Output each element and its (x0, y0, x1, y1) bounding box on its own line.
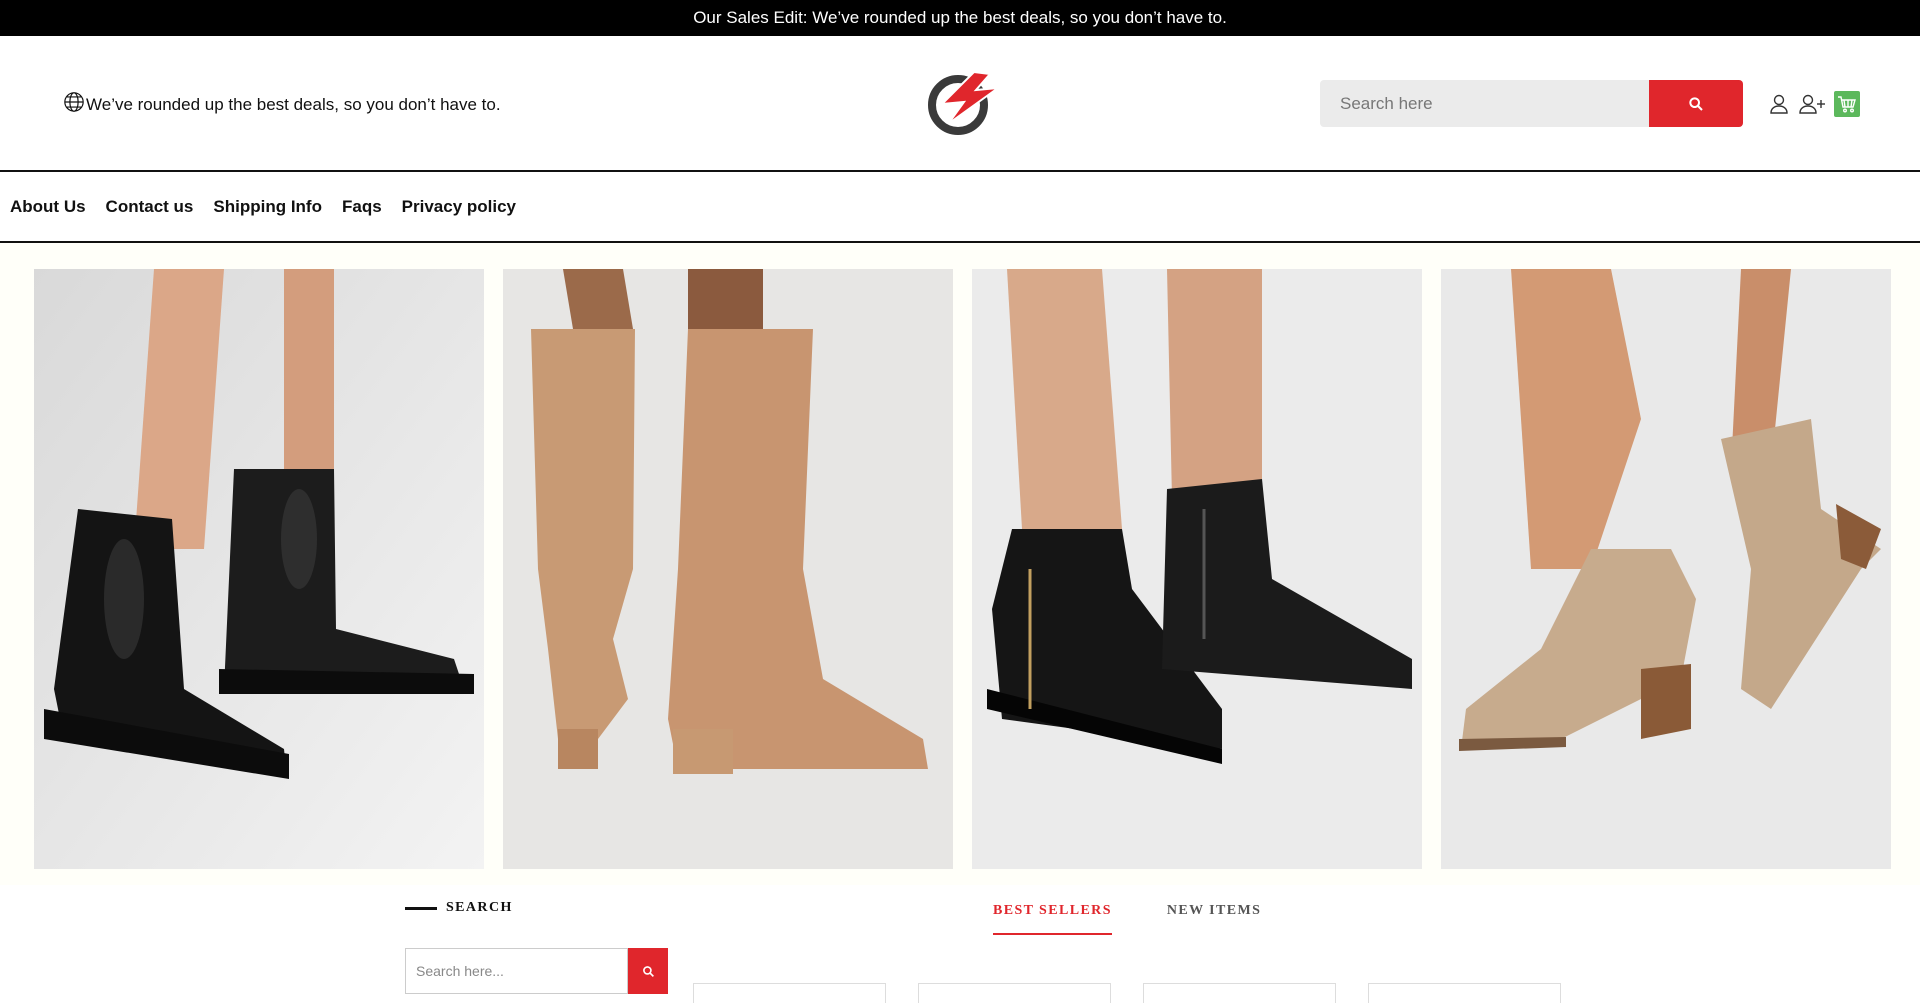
title-bar-decoration (405, 906, 437, 910)
nav-shipping-info[interactable]: Shipping Info (213, 197, 322, 217)
product-tabs: BEST SELLERS NEW ITEMS (993, 903, 1261, 935)
sidebar-search-label: SEARCH (446, 900, 513, 915)
site-logo[interactable] (918, 68, 1002, 136)
product-card[interactable] (1143, 983, 1336, 1003)
sidebar-search-button[interactable] (628, 948, 668, 994)
tab-best-sellers[interactable]: BEST SELLERS (993, 903, 1112, 935)
banner-image-black-chelsea-boots[interactable] (34, 269, 484, 869)
search-icon (642, 965, 654, 977)
search-icon (1689, 96, 1703, 111)
logo-icon (928, 70, 1002, 135)
globe-icon (63, 91, 85, 118)
main-nav: About Us Contact us Shipping Info Faqs P… (0, 170, 1920, 243)
site-header: We’ve rounded up the best deals, so you … (0, 36, 1920, 170)
announcement-bar: Our Sales Edit: We’ve rounded up the bes… (0, 0, 1920, 36)
product-grid (693, 983, 1561, 1003)
announcement-text: Our Sales Edit: We’ve rounded up the bes… (693, 8, 1227, 27)
tagline-text: We’ve rounded up the best deals, so you … (86, 94, 501, 114)
header-search (1320, 80, 1743, 127)
banner-image-black-zip-ankle-boots[interactable] (972, 269, 1422, 869)
banner-image-beige-heeled-ankle-boots[interactable] (1441, 269, 1891, 869)
search-button[interactable] (1649, 80, 1743, 127)
sidebar-search-title: SEARCH (405, 900, 513, 916)
product-card[interactable] (1368, 983, 1561, 1003)
nav-about-us[interactable]: About Us (10, 197, 86, 217)
add-user-icon[interactable] (1798, 92, 1826, 116)
nav-privacy-policy[interactable]: Privacy policy (402, 197, 516, 217)
hero-banner (0, 243, 1920, 885)
header-tagline: We’ve rounded up the best deals, so you … (63, 91, 501, 118)
user-icon[interactable] (1768, 92, 1790, 116)
product-card[interactable] (918, 983, 1111, 1003)
sidebar-search-form (405, 948, 668, 994)
banner-image-tan-knee-high-boots[interactable] (503, 269, 953, 869)
cart-icon[interactable] (1834, 91, 1860, 117)
tab-new-items[interactable]: NEW ITEMS (1167, 903, 1261, 935)
nav-contact-us[interactable]: Contact us (106, 197, 194, 217)
search-input[interactable] (1320, 80, 1649, 127)
nav-faqs[interactable]: Faqs (342, 197, 382, 217)
product-card[interactable] (693, 983, 886, 1003)
header-actions (1768, 91, 1860, 117)
sidebar-search-widget: SEARCH (405, 900, 668, 994)
sidebar-search-input[interactable] (405, 948, 628, 994)
